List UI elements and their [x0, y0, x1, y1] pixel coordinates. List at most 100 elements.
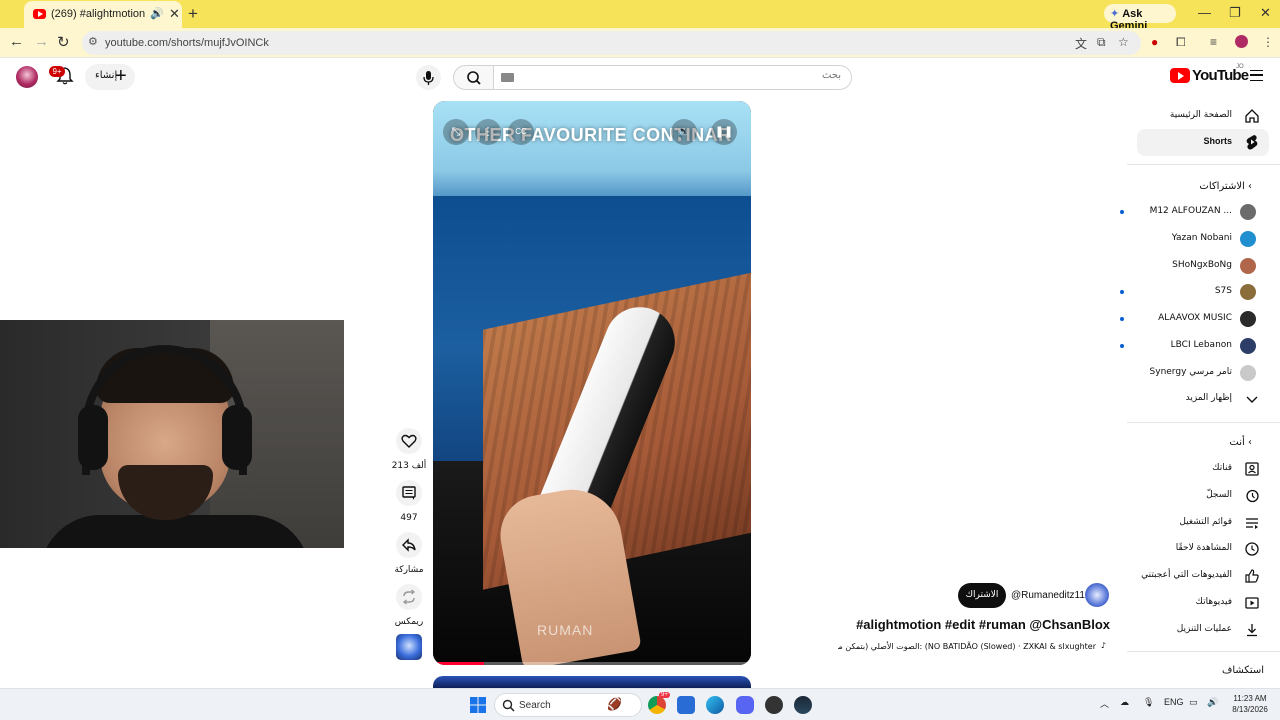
- remix-button[interactable]: [396, 584, 422, 610]
- translate-icon[interactable]: 文: [1075, 35, 1087, 52]
- pause-icon[interactable]: ❚❚: [711, 119, 737, 145]
- browser-tab[interactable]: (269) #alightmotion #edit # 🔊 ✕: [24, 1, 182, 28]
- profile-avatar-icon[interactable]: [1235, 35, 1248, 48]
- volume-tray-icon[interactable]: 🔊: [1207, 697, 1218, 708]
- maximize-icon[interactable]: ❐: [1229, 5, 1241, 21]
- video-progress-bar[interactable]: [433, 662, 751, 665]
- sidebar-item-watch-later[interactable]: المشاهدة لاحقًا: [1120, 536, 1264, 562]
- video-sky: [433, 101, 751, 201]
- sidebar-subscription-item[interactable]: SHoNgxBoNg: [1120, 253, 1264, 279]
- voice-search-button[interactable]: [416, 65, 441, 90]
- media-control-icon[interactable]: ≡: [1210, 35, 1217, 49]
- headset-cup-left: [78, 405, 108, 470]
- address-bar[interactable]: ⚙ youtube.com/shorts/mujfJvOINCk: [82, 31, 1141, 55]
- bookmark-star-icon[interactable]: ☆: [1118, 35, 1129, 49]
- share-label: مشاركة: [394, 565, 424, 575]
- subscription-avatar: [1240, 364, 1256, 381]
- back-icon[interactable]: ←: [9, 33, 24, 50]
- edge-taskbar-icon[interactable]: [706, 696, 724, 714]
- shorts-video-player[interactable]: OTHER FAVOURITE CONTINAR RUMAN ⤡ ⋮ CC 🔈 …: [433, 101, 751, 665]
- account-avatar[interactable]: [16, 66, 38, 88]
- new-tab-button[interactable]: +: [188, 4, 198, 24]
- sidebar-item-shorts[interactable]: Shorts: [1120, 129, 1264, 155]
- sidebar-item-label: قوائم التشغيل: [1179, 516, 1232, 527]
- site-info-icon[interactable]: ⚙: [88, 35, 98, 48]
- store-taskbar-icon[interactable]: [677, 696, 695, 714]
- microphone-tray-icon[interactable]: 🎙: [1143, 697, 1154, 708]
- video-title: #alightmotion #edit #ruman @ChsanBlox: [856, 617, 1110, 632]
- chrome-menu-icon[interactable]: ⋮: [1262, 35, 1274, 49]
- sidebar-item-your-videos[interactable]: فيديوهاتك: [1120, 590, 1264, 616]
- subscription-channel-name: M12 ALFOUZAN ...: [1149, 206, 1232, 216]
- subscription-avatar: [1240, 284, 1256, 301]
- close-tab-icon[interactable]: ✕: [169, 6, 180, 22]
- subscription-channel-name: ALAAVOX MUSIC: [1158, 313, 1232, 324]
- sidebar-item-history[interactable]: السجلّ: [1120, 483, 1264, 509]
- you-header-label: أنت: [1229, 437, 1245, 448]
- tray-overflow-icon[interactable]: ︿: [1100, 697, 1109, 710]
- search-box[interactable]: [493, 65, 852, 90]
- sidebar-item-label: الصفحة الرئيسية: [1169, 110, 1232, 120]
- menu-icon[interactable]: [1250, 70, 1263, 81]
- volume-icon[interactable]: 🔈: [671, 119, 697, 145]
- system-clock[interactable]: 11:23 AM 8/13/2026: [1228, 693, 1272, 715]
- close-window-icon[interactable]: ✕: [1260, 5, 1271, 21]
- sidebar-item-channel[interactable]: قناتك: [1120, 456, 1264, 482]
- sound-thumbnail[interactable]: [396, 634, 422, 660]
- comments-button[interactable]: [396, 480, 422, 506]
- sidebar-subscription-item[interactable]: M12 ALFOUZAN ...: [1120, 199, 1264, 225]
- network-icon[interactable]: ▭: [1189, 697, 1198, 708]
- chrome-badge: 9+: [659, 692, 670, 698]
- language-indicator[interactable]: ENG: [1164, 697, 1184, 707]
- sidebar-item-downloads[interactable]: عمليات التنزيل: [1120, 617, 1264, 643]
- tab-audio-icon[interactable]: 🔊: [150, 7, 164, 20]
- webcam-overlay: [0, 320, 344, 548]
- chrome-taskbar-icon[interactable]: [648, 696, 666, 714]
- sidebar-subscription-item[interactable]: Yazan Nobani: [1120, 226, 1264, 252]
- subscriptions-header[interactable]: الاشتراكات ‹: [1199, 181, 1252, 192]
- sidebar-item-label: عمليات التنزيل: [1176, 623, 1232, 634]
- taskbar-search[interactable]: Search 🏈: [494, 693, 642, 717]
- keyboard-icon[interactable]: [501, 73, 514, 82]
- sidebar-subscription-item[interactable]: LBCI Lebanon: [1120, 333, 1264, 359]
- sidebar-item-liked[interactable]: الفيديوهات التي أعجبتني: [1120, 563, 1264, 589]
- you-header[interactable]: أنت ‹: [1229, 437, 1252, 448]
- collapse-icon[interactable]: ⤡: [443, 119, 469, 145]
- create-button[interactable]: إنشاء +: [85, 64, 135, 90]
- captions-button[interactable]: CC: [508, 119, 534, 145]
- like-button[interactable]: [396, 428, 422, 454]
- extension-icon[interactable]: ●: [1151, 35, 1158, 49]
- install-app-icon[interactable]: ⧉: [1097, 35, 1106, 50]
- share-button[interactable]: [396, 532, 422, 558]
- more-options-icon[interactable]: ⋮: [475, 119, 501, 145]
- browser-tab-strip: (269) #alightmotion #edit # 🔊 ✕ + ✦Ask G…: [0, 0, 1280, 32]
- audio-attribution[interactable]: ♪ الصوت الأصلي (بتمكن موسيقى من: (NO BAT…: [838, 641, 1106, 655]
- channel-handle[interactable]: @Rumaneditz11: [1011, 590, 1085, 601]
- sidebar-divider: [1127, 651, 1280, 652]
- minimize-icon[interactable]: —: [1198, 5, 1211, 20]
- sidebar-item-playlists[interactable]: قوائم التشغيل: [1120, 510, 1264, 536]
- sidebar-subscription-item[interactable]: ALAAVOX MUSIC: [1120, 306, 1264, 332]
- onedrive-icon[interactable]: ☁: [1120, 697, 1129, 708]
- discord-taskbar-icon[interactable]: [736, 696, 754, 714]
- sidebar-subscription-item[interactable]: S7S: [1120, 279, 1264, 305]
- sidebar-subscription-item[interactable]: Synergy تامر مرسي: [1120, 360, 1264, 386]
- extensions-puzzle-icon[interactable]: ⧠: [1176, 35, 1186, 50]
- steam-taskbar-icon[interactable]: [794, 696, 812, 714]
- subscribe-button[interactable]: الاشتراك: [958, 583, 1006, 608]
- show-more-button[interactable]: إظهار المزيد: [1120, 386, 1264, 412]
- plus-icon: +: [115, 65, 127, 87]
- search-input[interactable]: [541, 70, 841, 81]
- ask-gemini-button[interactable]: ✦ Ask Gemini: [1104, 4, 1176, 32]
- subscription-channel-name: S7S: [1214, 286, 1232, 297]
- reload-icon[interactable]: ↻: [57, 33, 70, 51]
- channel-avatar[interactable]: [1085, 583, 1109, 607]
- liked-icon: [1245, 569, 1259, 583]
- search-button[interactable]: [453, 65, 494, 90]
- windows-start-icon[interactable]: [470, 697, 486, 713]
- next-short-preview[interactable]: [433, 676, 751, 688]
- sidebar-item-label: السجلّ: [1206, 489, 1232, 500]
- forward-icon[interactable]: →: [34, 33, 49, 50]
- obs-taskbar-icon[interactable]: [765, 696, 783, 714]
- sidebar-item-home[interactable]: الصفحة الرئيسية: [1120, 103, 1264, 129]
